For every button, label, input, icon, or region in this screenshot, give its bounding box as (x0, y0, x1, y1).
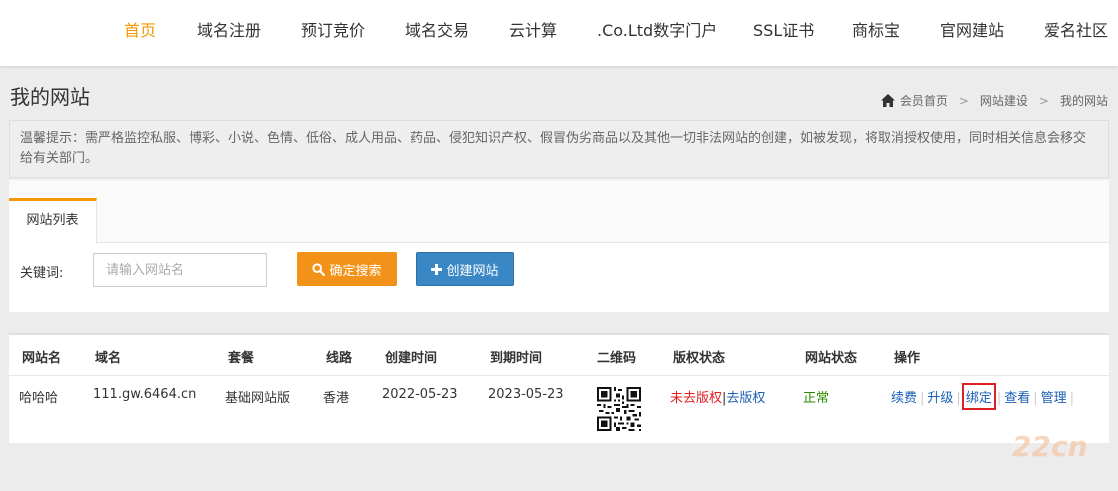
warning-notice: 温馨提示：需严格监控私服、博彩、小说、色情、低俗、成人用品、药品、侵犯知识产权、… (9, 120, 1109, 178)
renew-link[interactable]: 续费 (891, 391, 917, 406)
nav-website-build[interactable]: 官网建站 (940, 17, 1004, 41)
cell-site-name: 哈哈哈 (19, 391, 59, 406)
cell-line: 香港 (323, 391, 350, 406)
breadcrumb-website-build[interactable]: 网站建设 (980, 92, 1028, 109)
cell-copyright: 未去版权|去版权 (670, 387, 765, 406)
header-domain: 域名 (95, 351, 122, 366)
nav-home[interactable]: 首页 (124, 17, 156, 41)
tab-website-list[interactable]: 网站列表 (9, 198, 97, 244)
header-line: 线路 (326, 351, 353, 366)
header-site-status: 网站状态 (805, 351, 858, 366)
nav-trademark[interactable]: 商标宝 (852, 17, 900, 41)
breadcrumb: 会员首页 > 网站建设 > 我的网站 (880, 92, 1108, 109)
breadcrumb-separator: > (958, 93, 969, 108)
search-button-label: 确定搜索 (329, 263, 382, 279)
cell-domain: 111.gw.6464.cn (93, 387, 197, 402)
cell-plan: 基础网站版 (225, 391, 291, 406)
search-button[interactable]: 确定搜索 (297, 252, 397, 286)
view-link[interactable]: 查看 (1004, 391, 1030, 406)
bind-link[interactable]: 绑定 (961, 383, 996, 410)
qrcode-image[interactable] (597, 387, 641, 431)
nav-community[interactable]: 爱名社区 (1044, 17, 1108, 41)
watermark-logo: 22cn (1012, 430, 1088, 463)
action-divider: | (956, 391, 961, 406)
create-button-label: 创建网站 (446, 263, 499, 279)
nav-coltd-portal[interactable]: .Co.Ltd数字门户 (597, 17, 717, 41)
tab-bar: 网站列表 (9, 180, 1109, 244)
website-table: 网站名 域名 套餐 线路 创建时间 到期时间 二维码 版权状态 网站状态 操作 … (9, 333, 1109, 443)
nav-domain-register[interactable]: 域名注册 (197, 17, 261, 41)
nav-reserve-bid[interactable]: 预订竞价 (301, 17, 365, 41)
header-created: 创建时间 (385, 351, 438, 366)
header-actions: 操作 (894, 351, 921, 366)
cell-actions: 续费 | 升级 | 绑定 | 查看 | 管理 | (891, 383, 1077, 410)
cell-expires: 2023-05-23 (488, 387, 564, 402)
nav-cloud[interactable]: 云计算 (509, 17, 557, 41)
manage-link[interactable]: 管理 (1041, 391, 1067, 406)
action-divider: | (1033, 391, 1038, 406)
search-icon (312, 262, 326, 276)
header-qrcode: 二维码 (597, 351, 637, 366)
remove-copyright-link[interactable]: 去版权 (726, 391, 765, 406)
home-icon (880, 94, 895, 107)
keyword-input[interactable] (93, 253, 267, 287)
keyword-label: 关键词: (20, 266, 64, 281)
cell-site-status: 正常 (803, 391, 830, 406)
copyright-not-removed-link[interactable]: 未去版权 (670, 391, 722, 406)
header-divider (9, 375, 1109, 376)
breadcrumb-home[interactable]: 会员首页 (900, 92, 948, 109)
create-website-button[interactable]: 创建网站 (416, 252, 514, 286)
action-divider: | (1069, 391, 1075, 406)
nav-ssl[interactable]: SSL证书 (753, 17, 814, 41)
header-copyright: 版权状态 (673, 351, 726, 366)
plus-icon (431, 263, 443, 275)
search-panel: 网站列表 关键词: 确定搜索 创建网站 (9, 180, 1109, 312)
action-divider: | (920, 391, 925, 406)
nav-domain-trade[interactable]: 域名交易 (405, 17, 469, 41)
header-site-name: 网站名 (22, 351, 62, 366)
cell-created: 2022-05-23 (382, 387, 458, 402)
upgrade-link[interactable]: 升级 (927, 391, 953, 406)
header-expires: 到期时间 (490, 351, 543, 366)
breadcrumb-current: 我的网站 (1059, 94, 1108, 108)
action-divider: | (996, 391, 1002, 406)
breadcrumb-separator: > (1038, 93, 1049, 108)
header-plan: 套餐 (228, 351, 255, 366)
page-title: 我的网站 (10, 85, 90, 109)
top-nav: 首页 域名注册 预订竞价 域名交易 云计算 .Co.Ltd数字门户 SSL证书 … (0, 0, 1118, 66)
